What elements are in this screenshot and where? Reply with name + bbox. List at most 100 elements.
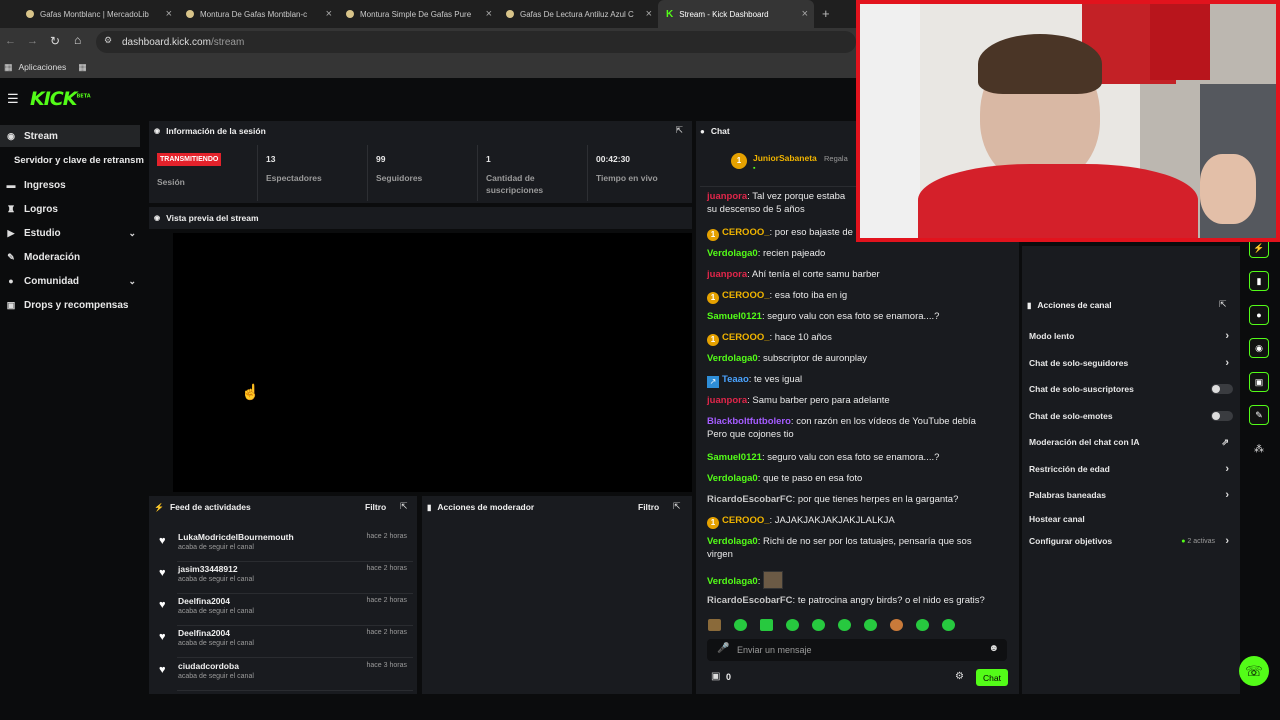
sidebar-item-comunidad[interactable]: ● Comunidad ⌄ — [0, 270, 140, 292]
rail-chat-icon[interactable]: ● — [1249, 305, 1269, 325]
emote-icon[interactable] — [864, 619, 877, 631]
chat-user[interactable]: Samuel0121 — [707, 311, 762, 322]
gift-icon[interactable]: ▣ — [711, 671, 720, 682]
chat-user[interactable]: Samuel0121 — [707, 452, 762, 463]
rail-user-icon[interactable]: ▣ — [1249, 372, 1269, 392]
emote-icon[interactable] — [708, 619, 721, 631]
rail-broadcast-icon[interactable]: ◉ — [1249, 338, 1269, 358]
close-icon[interactable]: × — [486, 8, 492, 20]
emote-icon[interactable] — [890, 619, 903, 631]
settings-gear-icon[interactable]: ⚙ — [955, 671, 964, 682]
emote-icon[interactable] — [916, 619, 929, 631]
kick-logo[interactable]: KICKBETA — [30, 88, 91, 110]
site-settings-icon[interactable]: ⚙ — [104, 35, 112, 46]
popout-icon[interactable]: ⇱ — [1219, 299, 1227, 310]
browser-tab[interactable]: Montura Simple De Gafas Pure × — [338, 0, 498, 28]
sidebar-item-stream[interactable]: ◉ Stream — [0, 125, 140, 147]
emote-icon[interactable] — [734, 619, 747, 631]
chat-user[interactable]: CEROOO_ — [722, 227, 770, 238]
feed-user[interactable]: Deelfina2004 — [178, 628, 230, 638]
popout-icon[interactable]: ⇱ — [400, 501, 408, 512]
chat-send-button[interactable]: Chat — [976, 669, 1008, 686]
popout-icon[interactable]: ⇱ — [675, 125, 683, 136]
sidebar-item-ingresos[interactable]: ▬ Ingresos — [0, 174, 140, 196]
filter-button[interactable]: Filtro — [365, 502, 386, 512]
action-ai-moderation[interactable]: Moderación del chat con IA ⇗ — [1029, 432, 1233, 452]
chat-user[interactable]: Verdolaga0 — [707, 353, 758, 364]
action-host-channel[interactable]: Hostear canal — [1029, 509, 1233, 529]
url-input[interactable]: ⚙ dashboard.kick.com/stream — [96, 31, 856, 53]
chat-message-input[interactable]: 🎤 Enviar un mensaje ☻ — [707, 639, 1007, 661]
sidebar-item-drops[interactable]: ▣ Drops y recompensas — [0, 294, 140, 316]
forward-icon[interactable]: → — [27, 35, 38, 47]
chat-user[interactable]: CEROOO_ — [722, 515, 770, 526]
emote-icon[interactable] — [838, 619, 851, 631]
chat-user[interactable]: juanpora — [707, 395, 747, 406]
mic-icon[interactable]: 🎤 — [717, 643, 729, 654]
popout-icon[interactable]: ⇱ — [673, 501, 681, 512]
feed-user[interactable]: ciudadcordoba — [178, 661, 239, 671]
chat-user[interactable]: CEROOO_ — [722, 332, 770, 343]
chevron-down-icon: ⌄ — [128, 275, 136, 286]
feed-row: ♥ Deelfina2004 acaba de seguir el canal hac… — [149, 594, 413, 626]
rail-community-icon[interactable]: ⁂ — [1254, 444, 1264, 455]
action-emotes-only[interactable]: Chat de solo-emotes — [1029, 406, 1233, 426]
sidebar-item-logros[interactable]: ♜ Logros — [0, 198, 140, 220]
close-icon[interactable]: × — [646, 8, 652, 20]
rail-wrench-icon[interactable]: ✎ — [1249, 405, 1269, 425]
back-icon[interactable]: ← — [5, 35, 16, 47]
browser-tab-active[interactable]: K Stream - Kick Dashboard × — [658, 0, 814, 28]
browser-tab[interactable]: Montura De Gafas Montblan-c × — [178, 0, 338, 28]
feed-user[interactable]: Deelfina2004 — [178, 596, 230, 606]
home-icon[interactable]: ⌂ — [74, 33, 81, 47]
emote-icon[interactable] — [812, 619, 825, 631]
chat-user[interactable]: RicardoEscobarFC — [707, 494, 793, 505]
subs-value: 1 — [486, 154, 491, 164]
chat-user[interactable]: Verdolaga0 — [707, 536, 758, 547]
feed-user[interactable]: jasim33448912 — [178, 564, 238, 574]
close-icon[interactable]: × — [326, 8, 332, 20]
browser-tab[interactable]: Gafas Montblanc | MercadoLib × — [18, 0, 178, 28]
chat-user[interactable]: CEROOO_ — [722, 290, 770, 301]
chat-user[interactable]: Verdolaga0 — [707, 473, 758, 484]
chat-user[interactable]: Blackboltfutbolero — [707, 416, 791, 427]
chat-user[interactable]: Verdolaga0 — [707, 248, 758, 259]
toggle-switch[interactable] — [1211, 411, 1233, 421]
stream-preview-video[interactable] — [173, 233, 692, 492]
chat-user[interactable]: Verdolaga0 — [707, 576, 758, 587]
action-age-restriction[interactable]: Restricción de edad › — [1029, 459, 1233, 479]
reload-icon[interactable]: ↻ — [50, 34, 60, 48]
sidebar-item-server-key[interactable]: Servidor y clave de retransm — [0, 149, 148, 171]
action-configure-goals[interactable]: Configurar objetivos ● 2 activas › — [1029, 531, 1233, 551]
sub-badge-icon: 1 — [707, 334, 719, 346]
menu-icon[interactable]: ☰ — [7, 91, 19, 107]
browser-tab[interactable]: Gafas De Lectura Antiluz Azul C × — [498, 0, 658, 28]
chat-user[interactable]: juanpora — [707, 191, 747, 202]
action-subscribers-only[interactable]: Chat de solo-suscriptores — [1029, 379, 1233, 399]
close-icon[interactable]: × — [166, 8, 172, 20]
chat-user[interactable]: juanpora — [707, 269, 747, 280]
filter-button[interactable]: Filtro — [638, 502, 659, 512]
emote-icon[interactable] — [942, 619, 955, 631]
chat-user[interactable]: RicardoEscobarFC — [707, 595, 793, 606]
toggle-switch[interactable] — [1211, 384, 1233, 394]
bookmark-apps[interactable]: Aplicaciones — [19, 62, 67, 72]
sidebar-item-moderacion[interactable]: ✎ Moderación — [0, 246, 140, 268]
sidebar-item-estudio[interactable]: ▶ Estudio ⌄ — [0, 222, 140, 244]
new-tab-button[interactable]: + — [822, 6, 830, 21]
rail-file-icon[interactable]: ▮ — [1249, 271, 1269, 291]
chat-message: Samuel0121: seguro valu con esa foto se … — [707, 452, 940, 463]
emote-icon[interactable] — [786, 619, 799, 631]
feed-time: hace 2 horas — [366, 533, 407, 540]
emote-icon[interactable] — [760, 619, 773, 631]
chat-user[interactable]: Teaao — [722, 374, 749, 385]
support-chat-button[interactable]: ☏ — [1239, 656, 1269, 686]
grid-icon[interactable]: ▦ — [78, 62, 87, 73]
action-slow-mode[interactable]: Modo lento › — [1029, 326, 1233, 346]
action-followers-only[interactable]: Chat de solo-seguidores › — [1029, 353, 1233, 373]
close-icon[interactable]: × — [802, 8, 808, 20]
pinned-user[interactable]: JuniorSabaneta — [753, 153, 817, 163]
action-banned-words[interactable]: Palabras baneadas › — [1029, 485, 1233, 505]
feed-user[interactable]: LukaModricdelBournemouth — [178, 532, 294, 542]
emoji-icon[interactable]: ☻ — [988, 643, 999, 654]
